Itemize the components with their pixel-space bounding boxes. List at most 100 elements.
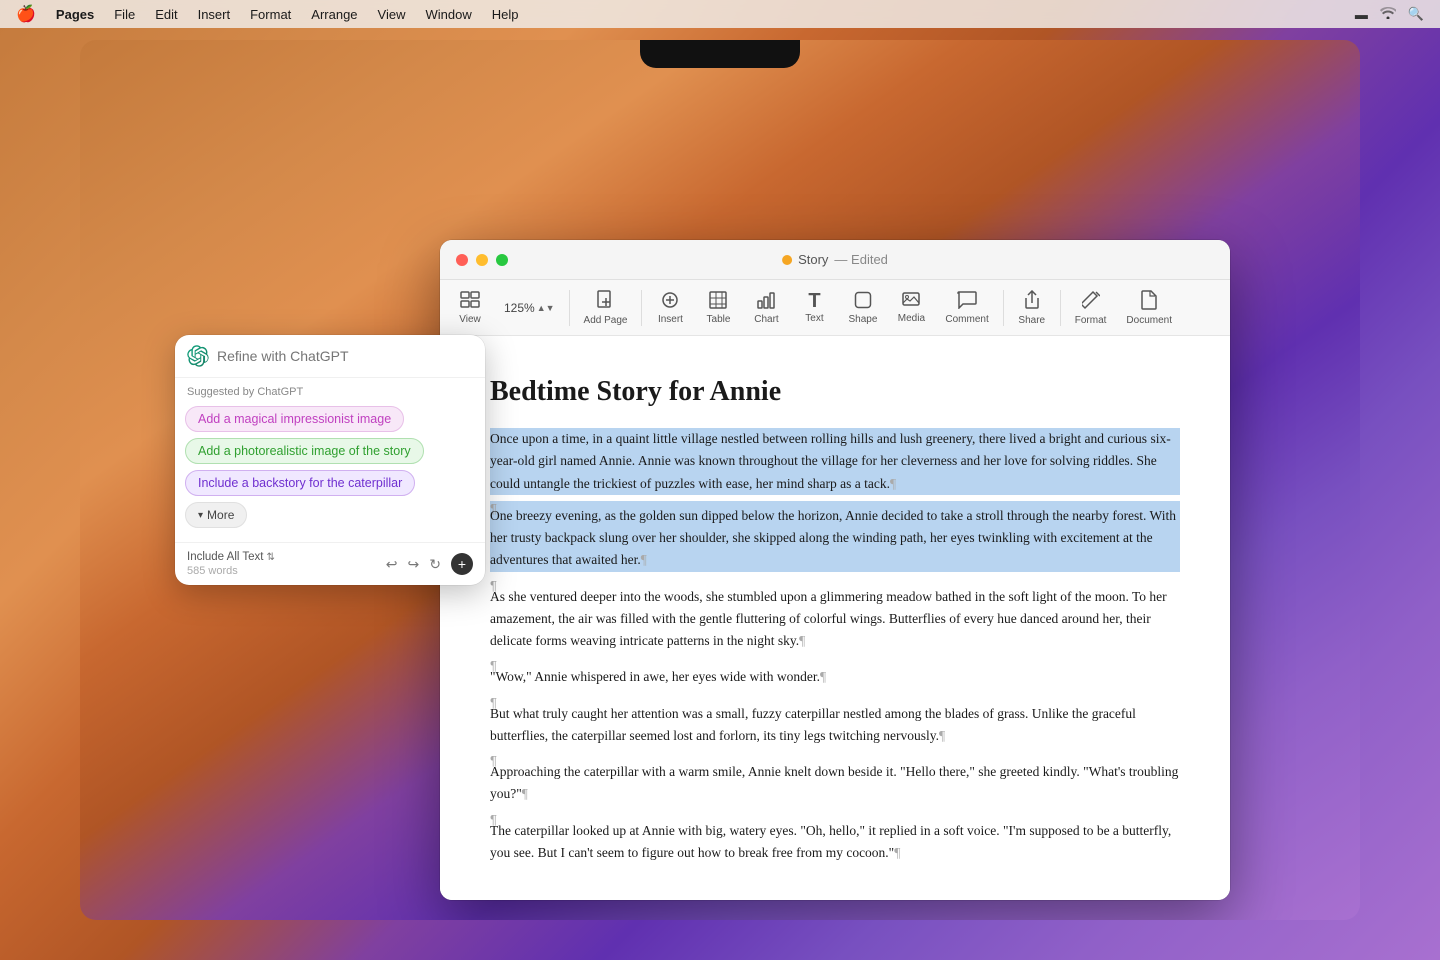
chart-icon [757,291,775,312]
paragraph-5: But what truly caught her attention was … [490,703,1180,748]
spacer-4: ¶ [490,695,1180,703]
minimize-button[interactable] [476,254,488,266]
menubar-help[interactable]: Help [484,5,527,24]
window-title-text: Story [798,252,828,267]
media-icon [902,292,920,311]
suggestion-1[interactable]: Add a magical impressionist image [185,406,475,438]
table-label: Table [707,314,731,325]
menubar-arrange[interactable]: Arrange [303,5,365,24]
pages-window: Story — Edited View 125% [440,240,1230,900]
add-page-icon [597,290,615,313]
comment-icon [957,291,977,312]
chatgpt-panel: Suggested by ChatGPT Add a magical impre… [175,335,485,585]
toolbar-table[interactable]: Table [696,287,740,329]
paragraph-2: One breezy evening, as the golden sun di… [490,505,1180,572]
suggestion-pill-3[interactable]: Include a backstory for the caterpillar [185,470,415,496]
media-label: Media [898,313,925,324]
wifi-icon [1380,7,1396,22]
paragraph-7: The caterpillar looked up at Annie with … [490,820,1180,865]
toolbar-comment[interactable]: Comment [937,287,996,329]
view-icon [460,291,480,312]
menubar-window[interactable]: Window [417,5,479,24]
shape-icon [854,291,872,312]
toolbar-add-page[interactable]: Add Page [576,286,636,330]
menubar-pages[interactable]: Pages [48,5,102,24]
share-icon [1024,290,1040,313]
maximize-button[interactable] [496,254,508,266]
menubar-view[interactable]: View [370,5,414,24]
word-count: 585 words [187,565,275,577]
view-label: View [459,314,481,325]
toolbar-text[interactable]: T Text [792,287,836,328]
toolbar-divider-3 [1003,290,1004,326]
toolbar-divider-1 [569,290,570,326]
insert-icon [661,291,679,312]
toolbar-view[interactable]: View [448,287,492,329]
menubar-format[interactable]: Format [242,5,299,24]
window-controls [456,254,508,266]
toolbar-document[interactable]: Document [1118,286,1180,330]
suggestion-pill-1[interactable]: Add a magical impressionist image [185,406,404,432]
zoom-control[interactable]: 125% ▲▼ [496,297,563,319]
toolbar-insert[interactable]: Insert [648,287,692,329]
document-label: Document [1126,315,1172,326]
battery-icon: ▬ [1355,7,1368,22]
document-title: Bedtime Story for Annie [490,376,1180,408]
window-edited-label: — Edited [834,252,887,267]
spacer-5: ¶ [490,753,1180,761]
add-button[interactable]: + [451,553,473,575]
add-icon: + [458,556,466,572]
format-label: Format [1075,315,1107,326]
spacer-6: ¶ [490,812,1180,820]
text-icon: T [808,291,820,311]
menubar-insert[interactable]: Insert [190,5,239,24]
more-pill[interactable]: ▾ More [185,502,247,528]
document-icon [1141,290,1157,313]
up-arrows-icon: ⇅ [267,552,275,563]
zoom-text: 125% [504,301,535,315]
chatgpt-suggestions: Suggested by ChatGPT Add a magical impre… [175,378,485,542]
paragraph-1: Once upon a time, in a quaint little vil… [490,428,1180,495]
menubar-file[interactable]: File [106,5,143,24]
text-label: Text [805,313,823,324]
more-button[interactable]: ▾ More [185,502,475,534]
menubar-edit[interactable]: Edit [147,5,185,24]
toolbar-chart[interactable]: Chart [744,287,788,329]
toolbar-media[interactable]: Media [889,288,933,328]
table-icon [709,291,727,312]
redo-button[interactable]: ↪ [408,556,420,573]
suggestions-label: Suggested by ChatGPT [185,386,475,398]
more-label: More [207,508,234,522]
chatgpt-logo-icon [187,345,209,367]
format-icon [1082,290,1100,313]
footer-actions: ↩ ↪ ↻ + [386,553,473,575]
suggestion-2[interactable]: Add a photorealistic image of the story [185,438,475,470]
add-page-label: Add Page [584,315,628,326]
chatgpt-refine-input[interactable] [217,348,473,364]
undo-button[interactable]: ↩ [386,556,398,573]
search-icon[interactable]: 🔍 [1408,6,1424,22]
chevron-down-icon: ▾ [198,510,203,521]
footer-info: Include All Text ⇅ 585 words [187,551,275,577]
chart-label: Chart [754,314,778,325]
chatgpt-input-area[interactable] [175,335,485,378]
include-text-control[interactable]: Include All Text ⇅ [187,551,275,563]
refresh-button[interactable]: ↻ [429,556,441,573]
shape-label: Shape [848,314,877,325]
include-label: Include All Text [187,551,264,563]
toolbar-share[interactable]: Share [1010,286,1054,330]
share-label: Share [1018,315,1045,326]
comment-label: Comment [945,314,988,325]
zoom-arrow-icon: ▲▼ [537,303,555,313]
apple-menu[interactable]: 🍎 [16,4,36,24]
close-button[interactable] [456,254,468,266]
toolbar-shape[interactable]: Shape [840,287,885,329]
document-content[interactable]: Bedtime Story for Annie Once upon a time… [440,336,1230,900]
insert-label: Insert [658,314,683,325]
toolbar-divider-2 [641,290,642,326]
suggestion-3[interactable]: Include a backstory for the caterpillar [185,470,475,502]
suggestion-pill-2[interactable]: Add a photorealistic image of the story [185,438,424,464]
toolbar-format[interactable]: Format [1067,286,1115,330]
window-title: Story — Edited [782,252,888,267]
camera-notch [640,40,800,68]
